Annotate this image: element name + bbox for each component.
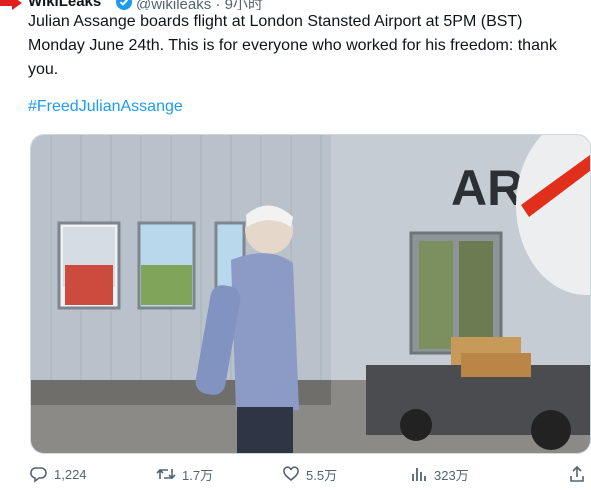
tweet-media[interactable]: AR <box>30 134 591 454</box>
reply-count: 1,224 <box>54 466 87 482</box>
author-name[interactable]: WikiLeaks <box>28 0 101 10</box>
heart-icon <box>282 465 300 483</box>
retweet-count: 1.7万 <box>182 467 214 483</box>
verified-badge-icon <box>116 0 132 10</box>
building-sign: AR <box>451 160 523 216</box>
share-button[interactable] <box>568 460 586 488</box>
tweet-header: WikiLeaks @wikileaks · 9小时 <box>0 0 591 10</box>
tweet-text: Julian Assange boards flight at London S… <box>28 13 557 78</box>
views-icon <box>410 465 428 483</box>
retweet-button[interactable]: 1.7万 <box>156 460 213 488</box>
views-button[interactable]: 323万 <box>410 460 469 488</box>
reply-icon <box>30 465 48 483</box>
retweet-icon <box>156 465 176 483</box>
views-count: 323万 <box>434 467 469 483</box>
like-button[interactable]: 5.5万 <box>282 460 337 488</box>
red-arrow-icon <box>0 0 22 10</box>
like-count: 5.5万 <box>306 467 338 483</box>
media-photo: AR <box>31 135 590 453</box>
author-handle[interactable]: @wikileaks · 9小时 <box>136 0 263 10</box>
tweet-actions: 1,224 1.7万 5.5万 323万 <box>30 460 589 488</box>
share-icon <box>568 465 586 483</box>
reply-button[interactable]: 1,224 <box>30 460 87 488</box>
hashtag-link[interactable]: #FreedJulianAssange <box>28 98 183 116</box>
